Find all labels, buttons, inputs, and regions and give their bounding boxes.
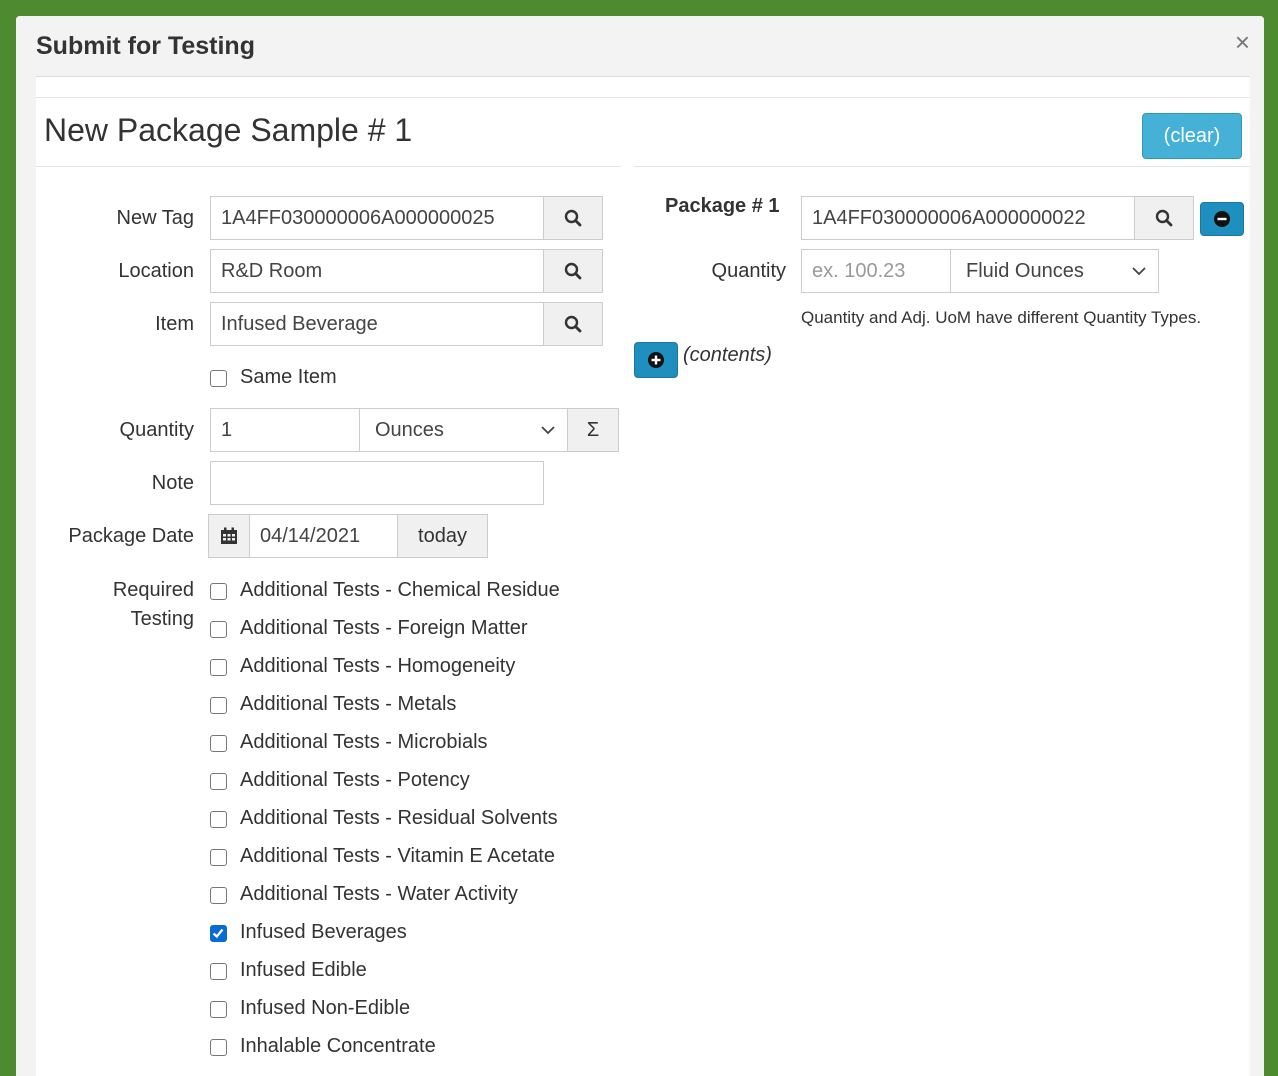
package-unit-value: Fluid Ounces — [966, 259, 1084, 282]
same-item-label: Same Item — [240, 366, 337, 388]
test-checkbox[interactable] — [210, 659, 227, 676]
remove-package-button[interactable] — [1200, 202, 1244, 236]
test-option-label: Infused Beverages — [240, 921, 407, 943]
sum-button[interactable]: Σ — [567, 408, 619, 452]
uom-warning-text: Quantity and Adj. UoM have different Qua… — [801, 308, 1202, 327]
search-icon — [1155, 209, 1173, 227]
dialog-header: Submit for Testing × — [16, 16, 1264, 77]
package-unit-select[interactable]: Fluid Ounces — [950, 249, 1159, 293]
sample-title: New Package Sample # 1 — [44, 112, 413, 148]
add-contents-button[interactable] — [634, 342, 678, 378]
search-icon — [564, 315, 582, 333]
chevron-down-icon — [1132, 267, 1146, 276]
test-option-label: Infused Non-Edible — [240, 997, 411, 1019]
test-checkbox[interactable] — [210, 1001, 227, 1018]
test-option-label: Additional Tests - Water Activity — [240, 883, 518, 905]
new-tag-label: New Tag — [116, 207, 194, 229]
dialog-title: Submit for Testing — [36, 32, 255, 60]
item-input[interactable]: Infused Beverage — [210, 302, 544, 346]
location-search-button[interactable] — [543, 249, 603, 293]
package-input[interactable]: 1A4FF030000006A000000022 — [801, 196, 1135, 240]
same-item-checkbox[interactable] — [210, 370, 227, 387]
test-option-label: Additional Tests - Chemical Residue — [240, 579, 560, 601]
chevron-down-icon — [541, 426, 555, 435]
test-checkbox[interactable] — [210, 735, 227, 752]
test-option-label: Infused Edible — [240, 959, 367, 981]
test-option-label: Additional Tests - Foreign Matter — [240, 617, 528, 639]
test-option-label: Additional Tests - Homogeneity — [240, 655, 516, 677]
test-option-label: Additional Tests - Vitamin E Acetate — [240, 845, 555, 867]
sample-panel: New Package Sample # 1 (clear) New Tag 1… — [36, 97, 1250, 1076]
test-checkbox[interactable] — [210, 773, 227, 790]
right-gutter — [1250, 76, 1264, 1076]
search-icon — [564, 262, 582, 280]
test-checkbox[interactable] — [210, 583, 227, 600]
package-search-button[interactable] — [1134, 196, 1194, 240]
package-label: Package # 1 — [665, 195, 780, 217]
divider-right — [634, 166, 1250, 167]
package-quantity-input[interactable]: ex. 100.23 — [801, 249, 951, 293]
test-checkbox[interactable] — [210, 925, 227, 942]
checkmark-icon — [212, 928, 224, 939]
today-button[interactable]: today — [397, 514, 488, 558]
location-label: Location — [118, 260, 194, 282]
item-search-button[interactable] — [543, 302, 603, 346]
location-input[interactable]: R&D Room — [210, 249, 544, 293]
test-checkbox[interactable] — [210, 963, 227, 980]
test-checkbox[interactable] — [210, 1039, 227, 1056]
contents-label: (contents) — [683, 344, 772, 366]
package-quantity-label: Quantity — [711, 260, 786, 282]
clear-button[interactable]: (clear) — [1142, 113, 1242, 159]
quantity-label: Quantity — [119, 419, 194, 441]
test-checkbox[interactable] — [210, 849, 227, 866]
calendar-icon — [221, 527, 237, 544]
note-input[interactable] — [210, 461, 544, 505]
quantity-input[interactable]: 1 — [210, 408, 360, 452]
test-option-label: Additional Tests - Microbials — [240, 731, 488, 753]
test-checkbox[interactable] — [210, 697, 227, 714]
test-option-label: Additional Tests - Potency — [240, 769, 470, 791]
test-checkbox[interactable] — [210, 811, 227, 828]
required-testing-label-line1: Required — [112, 579, 194, 601]
search-icon — [564, 209, 582, 227]
test-checkbox[interactable] — [210, 887, 227, 904]
new-tag-input[interactable]: 1A4FF030000006A000000025 — [210, 196, 544, 240]
new-tag-search-button[interactable] — [543, 196, 603, 240]
quantity-unit-value: Ounces — [375, 418, 444, 441]
submit-for-testing-dialog: Submit for Testing × New Package Sample … — [16, 16, 1264, 1076]
minus-circle-icon — [1214, 211, 1230, 227]
package-date-input[interactable]: 04/14/2021 — [249, 514, 398, 558]
close-icon[interactable]: × — [1235, 28, 1250, 56]
note-label: Note — [151, 472, 194, 494]
test-checkbox[interactable] — [210, 621, 227, 638]
test-option-label: Additional Tests - Metals — [240, 693, 457, 715]
plus-circle-icon — [648, 352, 664, 368]
required-testing-label-line2: Testing — [130, 608, 194, 630]
package-date-label: Package Date — [68, 525, 194, 547]
left-gutter — [16, 76, 36, 1076]
divider-left — [36, 166, 621, 167]
quantity-unit-select[interactable]: Ounces — [359, 408, 568, 452]
test-option-label: Additional Tests - Residual Solvents — [240, 807, 558, 829]
calendar-button[interactable] — [208, 514, 250, 558]
item-label: Item — [155, 313, 194, 335]
test-option-label: Inhalable Concentrate — [240, 1035, 436, 1057]
